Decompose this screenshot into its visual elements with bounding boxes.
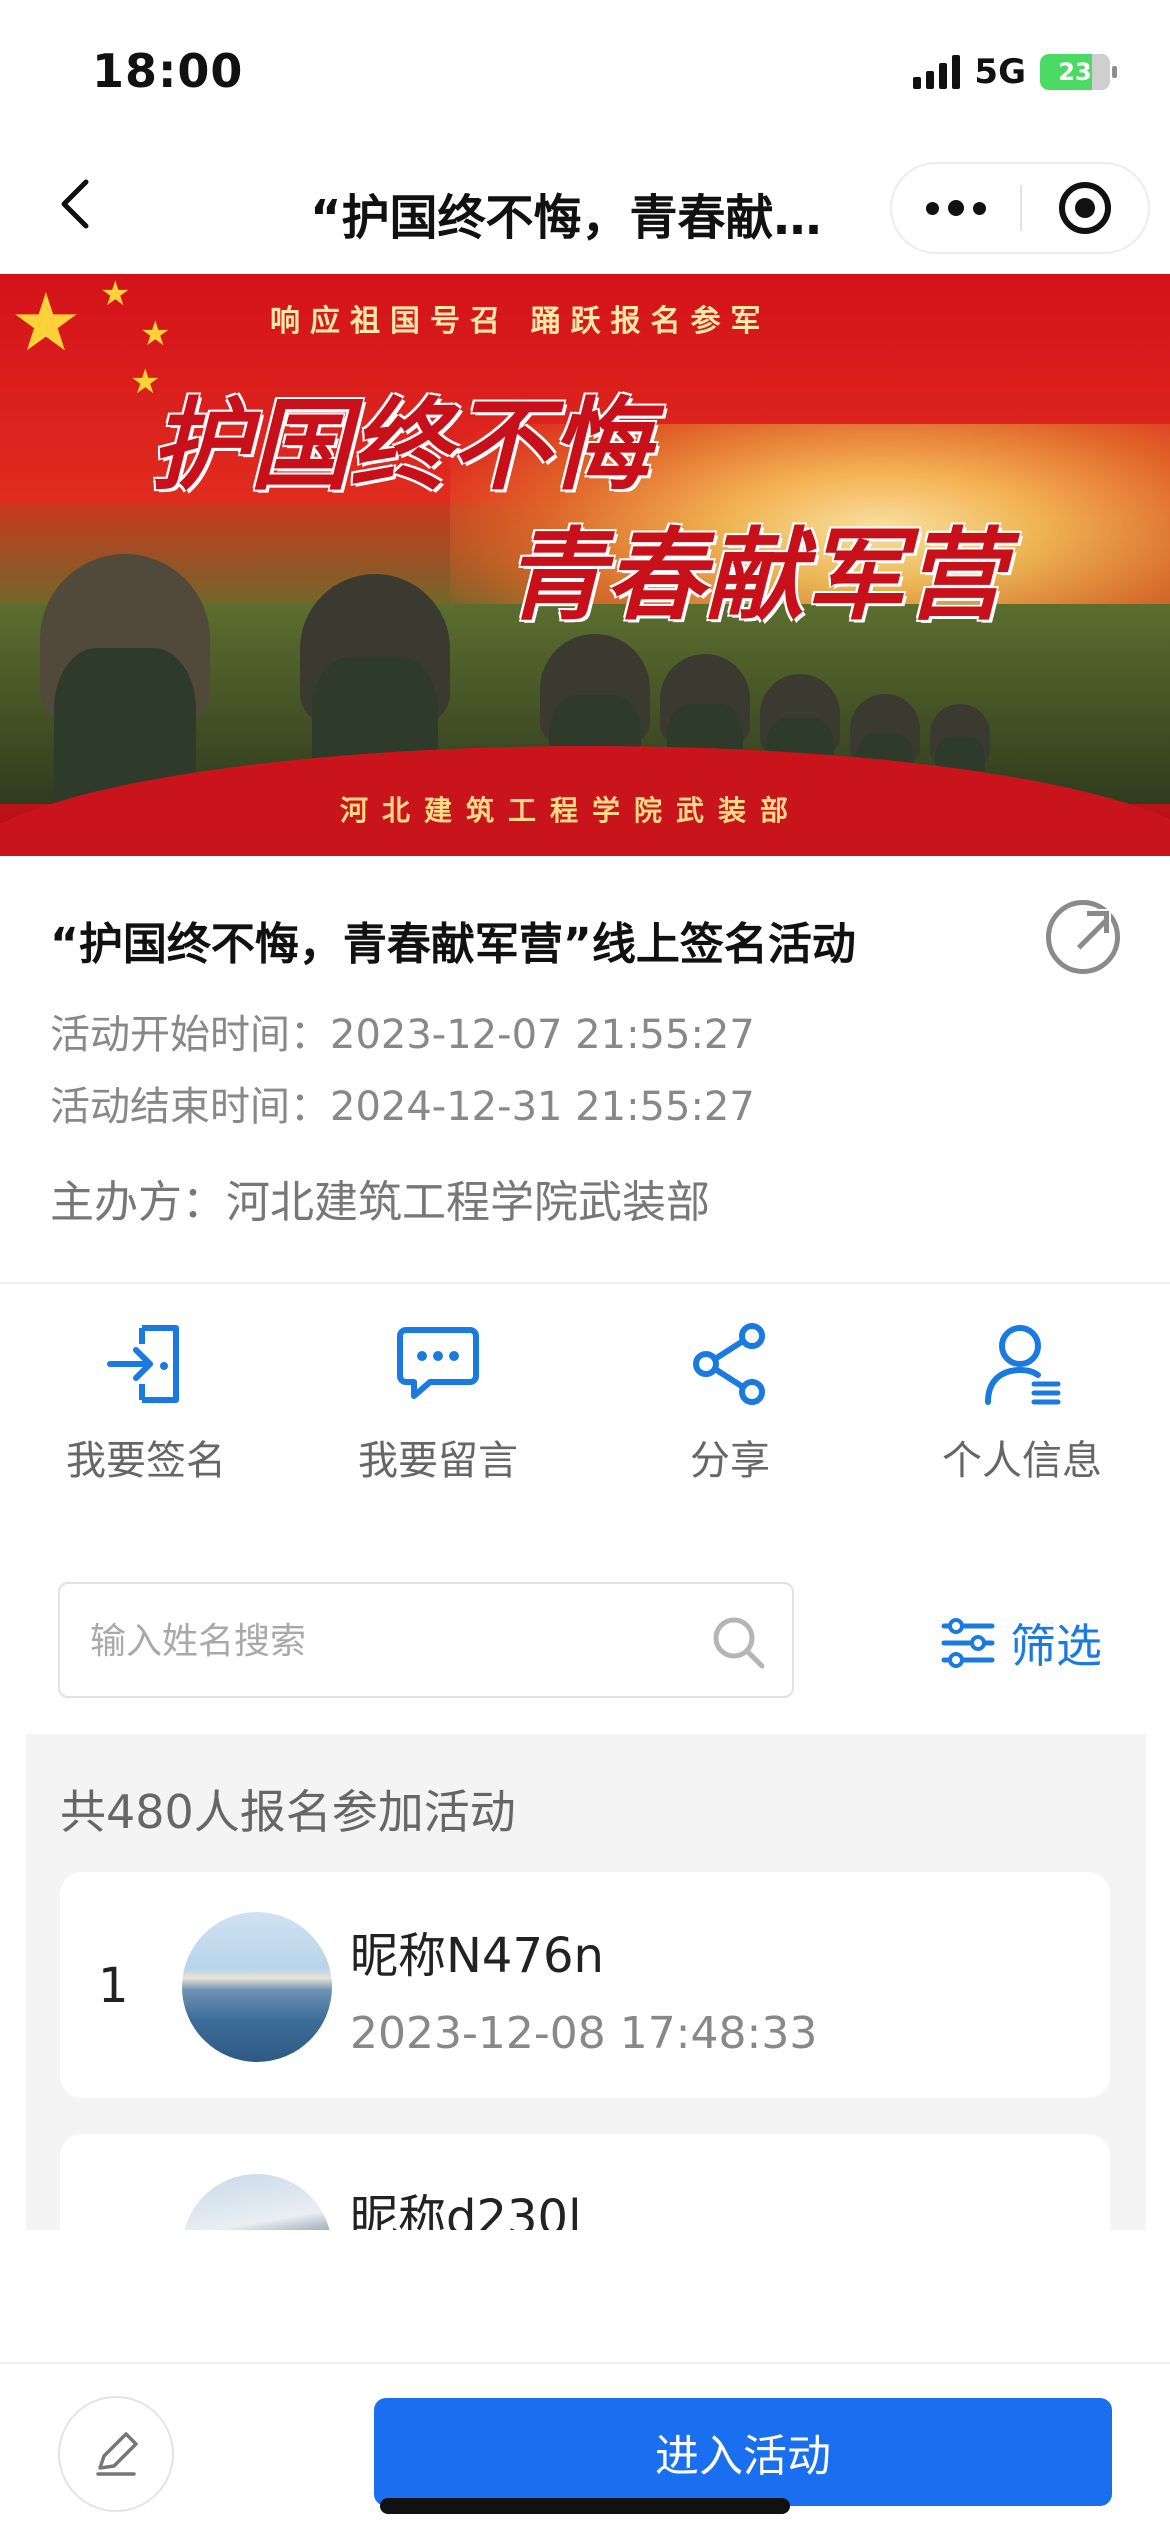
battery-level: 23 — [1058, 58, 1092, 86]
target-circle-icon — [1058, 182, 1111, 234]
filter-label: 筛选 — [1010, 1619, 1102, 1673]
edit-button[interactable] — [58, 2396, 174, 2512]
cellular-signal-icon — [913, 55, 961, 89]
organizer-value: 河北建筑工程学院武装部 — [226, 1177, 710, 1228]
status-bar: 18:00 5G 23 — [0, 0, 1170, 140]
filter-button[interactable]: 筛选 — [940, 1610, 1102, 1676]
page-title: “护国终不悔，青春献… — [310, 190, 822, 246]
search-input[interactable] — [90, 1614, 690, 1668]
search-box — [58, 1582, 794, 1698]
network-type: 5G — [974, 52, 1026, 92]
list-item-name: 昵称d230l — [350, 2190, 582, 2230]
start-time-row: 活动开始时间：2023-12-07 21:55:27 — [50, 1002, 755, 1060]
organizer-row: 主办方：河北建筑工程学院武装部 — [50, 1166, 710, 1230]
activity-banner: ★ ★ ★ ★ 响应祖国号召 踊跃报名参军 护国终不悔 青春献军营 河北建筑工程… — [0, 274, 1170, 856]
sign-action-button[interactable]: 我要签名 — [0, 1318, 292, 1498]
share-action-button[interactable]: 分享 — [584, 1318, 876, 1498]
list-item-rank: 1 — [98, 1958, 129, 2014]
list-item-time: 2023-12-08 17:48:33 — [350, 2008, 818, 2059]
pencil-icon — [96, 2432, 138, 2476]
end-time-value: 2024-12-31 21:55:27 — [330, 1084, 755, 1130]
external-share-icon[interactable] — [1046, 900, 1120, 974]
user-profile-icon — [976, 1318, 1068, 1410]
miniprogram-capsule — [890, 162, 1150, 254]
chevron-left-icon — [61, 179, 89, 229]
activity-title: “护国终不悔，青春献军营”线上签名活动 — [50, 919, 856, 970]
sign-action-label: 我要签名 — [66, 1438, 226, 1484]
status-time: 18:00 — [92, 44, 244, 98]
star-icon: ★ — [140, 314, 171, 354]
filter-sliders-icon — [941, 1618, 995, 1668]
star-icon: ★ — [100, 274, 131, 314]
avatar — [182, 1912, 332, 2062]
search-icon[interactable] — [710, 1614, 766, 1670]
message-action-button[interactable]: 我要留言 — [292, 1318, 584, 1498]
message-action-label: 我要留言 — [358, 1438, 518, 1484]
end-time-label: 活动结束时间： — [50, 1084, 330, 1130]
participant-count: 共480人报名参加活动 — [60, 1785, 516, 1839]
nav-bar: “护国终不悔，青春献… — [0, 140, 1170, 274]
status-indicators: 5G 23 — [913, 52, 1117, 92]
list-item[interactable]: 1 昵称N476n 2023-12-08 17:48:33 — [60, 1872, 1110, 2098]
organizer-label: 主办方： — [50, 1177, 226, 1228]
list-item-name: 昵称N476n — [350, 1928, 604, 1984]
more-menu-button[interactable] — [892, 164, 1020, 252]
divider — [0, 1282, 1170, 1284]
start-time-label: 活动开始时间： — [50, 1012, 330, 1058]
banner-headline-1: 护国终不悔 — [150, 386, 650, 504]
back-button[interactable] — [40, 168, 112, 240]
banner-headline-2: 青春献军营 — [505, 516, 1005, 634]
avatar — [182, 2174, 332, 2230]
close-miniprogram-button[interactable] — [1022, 164, 1148, 252]
more-dot-icon — [926, 201, 939, 215]
banner-organizer: 河北建筑工程学院武装部 — [340, 794, 803, 827]
end-time-row: 活动结束时间：2024-12-31 21:55:27 — [50, 1074, 755, 1132]
sign-in-door-icon — [100, 1318, 192, 1410]
star-icon: ★ — [10, 276, 82, 369]
share-icon — [684, 1318, 776, 1410]
battery-icon: 23 — [1040, 54, 1117, 90]
action-grid: 我要签名 我要留言 分享 个人信息 — [0, 1318, 1170, 1498]
home-indicator — [380, 2498, 790, 2514]
profile-action-button[interactable]: 个人信息 — [876, 1318, 1168, 1498]
start-time-value: 2023-12-07 21:55:27 — [330, 1012, 755, 1058]
message-bubble-icon — [392, 1318, 484, 1410]
bottom-divider — [0, 2362, 1170, 2364]
enter-activity-button[interactable]: 进入活动 — [374, 2398, 1112, 2506]
profile-action-label: 个人信息 — [942, 1438, 1102, 1484]
share-action-label: 分享 — [690, 1438, 770, 1484]
list-item[interactable]: 昵称d230l — [60, 2134, 1110, 2230]
banner-slogan: 响应祖国号召 踊跃报名参军 — [270, 304, 771, 339]
participant-list: 共480人报名参加活动 1 昵称N476n 2023-12-08 17:48:3… — [26, 1734, 1146, 2230]
